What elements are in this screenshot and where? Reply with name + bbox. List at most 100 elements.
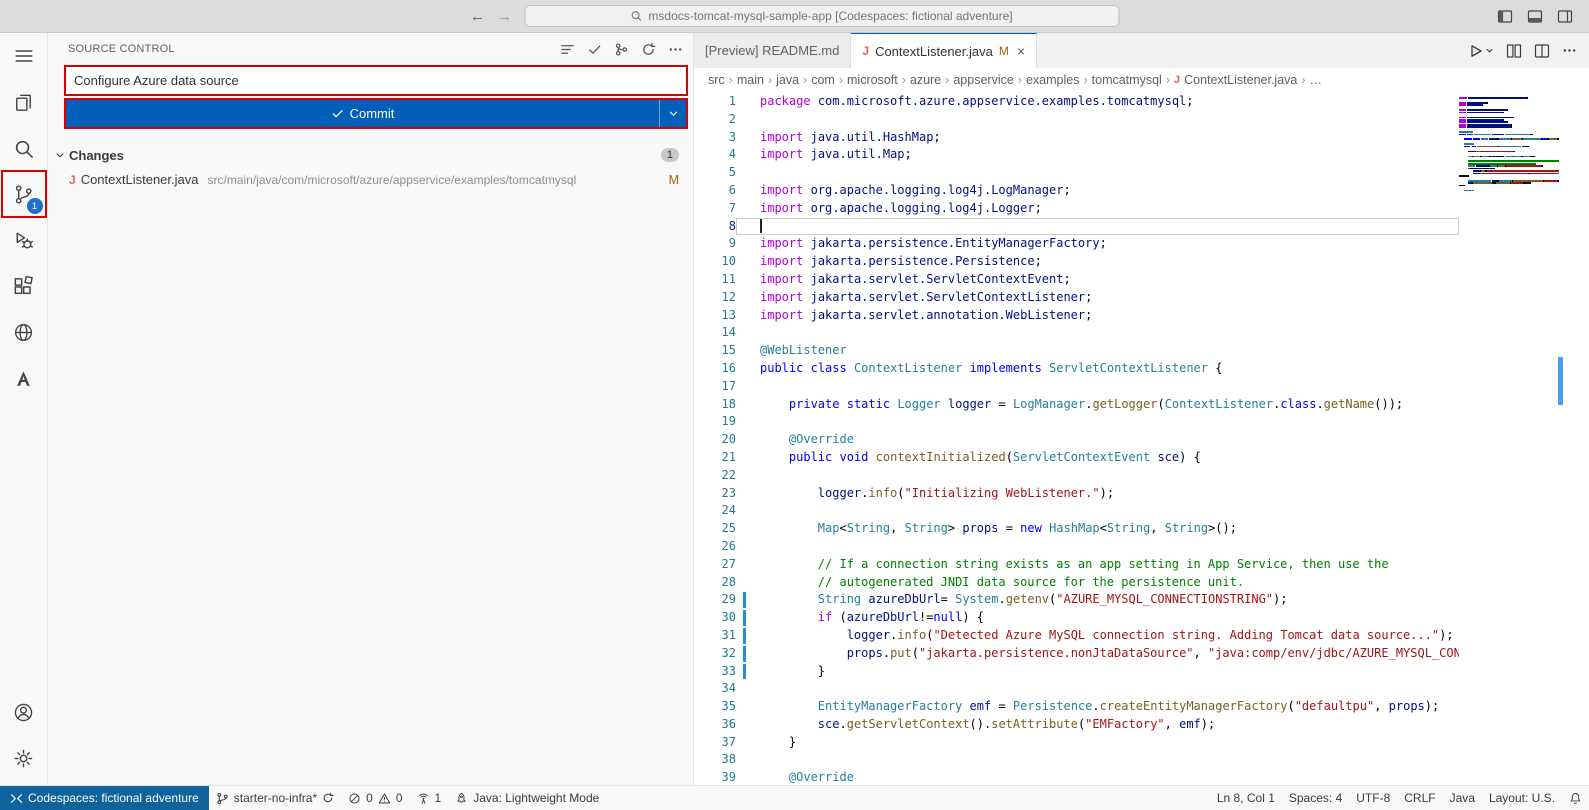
- breadcrumb-item[interactable]: azure: [910, 73, 941, 87]
- code-line[interactable]: 6import org.apache.logging.log4j.LogMana…: [694, 182, 1459, 200]
- code-line[interactable]: 9import jakarta.persistence.EntityManage…: [694, 235, 1459, 253]
- code-line[interactable]: 24: [694, 502, 1459, 520]
- encoding-indicator[interactable]: UTF-8: [1349, 786, 1397, 810]
- code-line[interactable]: 16public class ContextListener implement…: [694, 360, 1459, 378]
- notifications-button[interactable]: [1562, 786, 1589, 810]
- line-number: 27: [694, 556, 736, 574]
- code-line[interactable]: 27 // If a connection string exists as a…: [694, 556, 1459, 574]
- code-line[interactable]: 29 String azureDbUrl= System.getenv("AZU…: [694, 591, 1459, 609]
- search-icon: [12, 137, 35, 160]
- breadcrumb-item[interactable]: tomcatmysql: [1092, 73, 1162, 87]
- code-line[interactable]: 38: [694, 751, 1459, 769]
- code-line[interactable]: 3import java.util.HashMap;: [694, 129, 1459, 147]
- toggle-sidebar-icon[interactable]: [1497, 9, 1513, 24]
- sidebar-item-run-debug[interactable]: [0, 217, 48, 263]
- code-line[interactable]: 11import jakarta.servlet.ServletContextE…: [694, 271, 1459, 289]
- breadcrumb-item[interactable]: microsoft: [847, 73, 898, 87]
- changes-section-header[interactable]: Changes 1: [48, 143, 693, 167]
- code-line[interactable]: 39 @Override: [694, 769, 1459, 785]
- sidebar-item-source-control[interactable]: 1: [0, 171, 48, 217]
- close-icon[interactable]: ×: [1017, 43, 1025, 59]
- tab-contextlistener[interactable]: J ContextListener.java M ×: [851, 33, 1037, 68]
- sidebar-item-search[interactable]: [0, 125, 48, 171]
- toggle-panel-icon[interactable]: [1527, 9, 1543, 24]
- code-line[interactable]: 19: [694, 413, 1459, 431]
- code-line[interactable]: 36 sce.getServletContext().setAttribute(…: [694, 716, 1459, 734]
- code-editor[interactable]: 1package com.microsoft.azure.appservice.…: [694, 92, 1589, 785]
- code-line[interactable]: 1package com.microsoft.azure.appservice.…: [694, 93, 1459, 111]
- sidebar-item-extensions[interactable]: [0, 263, 48, 309]
- breadcrumb-file[interactable]: J ContextListener.java: [1174, 73, 1297, 87]
- refresh-icon[interactable]: [641, 42, 656, 57]
- view-and-sort-icon[interactable]: [560, 42, 575, 57]
- branch-indicator[interactable]: starter-no-infra*: [209, 786, 341, 810]
- code-line[interactable]: 30 if (azureDbUrl!=null) {: [694, 609, 1459, 627]
- code-line[interactable]: 20 @Override: [694, 431, 1459, 449]
- code-line[interactable]: 4import java.util.Map;: [694, 146, 1459, 164]
- tab-readme-preview[interactable]: [Preview] README.md: [694, 33, 851, 68]
- code-line[interactable]: 7import org.apache.logging.log4j.Logger;: [694, 200, 1459, 218]
- breadcrumb-item[interactable]: examples: [1026, 73, 1080, 87]
- code-line[interactable]: 32 props.put("jakarta.persistence.nonJta…: [694, 645, 1459, 663]
- toggle-secondary-sidebar-icon[interactable]: [1557, 9, 1573, 24]
- code-line[interactable]: 37 }: [694, 734, 1459, 752]
- git-graph-icon[interactable]: [614, 42, 629, 57]
- sidebar-item-explorer[interactable]: [0, 79, 48, 125]
- open-changes-icon[interactable]: [1506, 43, 1522, 59]
- code-line[interactable]: 26: [694, 538, 1459, 556]
- more-actions-icon[interactable]: [668, 42, 683, 57]
- layout-indicator[interactable]: Layout: U.S.: [1482, 786, 1562, 810]
- code-line[interactable]: 15@WebListener: [694, 342, 1459, 360]
- menu-button[interactable]: [0, 33, 48, 79]
- more-actions-icon[interactable]: [1562, 43, 1577, 58]
- sidebar-item-remote-explorer[interactable]: [0, 309, 48, 355]
- commit-message-input[interactable]: [66, 67, 686, 94]
- code-line[interactable]: 13import jakarta.servlet.annotation.WebL…: [694, 307, 1459, 325]
- commit-button[interactable]: Commit: [66, 100, 686, 127]
- ports-indicator[interactable]: 1: [410, 786, 449, 810]
- breadcrumb-item[interactable]: java: [776, 73, 799, 87]
- code-line[interactable]: 28 // autogenerated JNDI data source for…: [694, 574, 1459, 592]
- split-editor-icon[interactable]: [1534, 43, 1550, 59]
- code-line[interactable]: 17: [694, 378, 1459, 396]
- remote-indicator[interactable]: Codespaces: fictional adventure: [0, 786, 209, 810]
- breadcrumb-item[interactable]: src: [708, 73, 725, 87]
- code-line[interactable]: 10import jakarta.persistence.Persistence…: [694, 253, 1459, 271]
- code-line[interactable]: 35 EntityManagerFactory emf = Persistenc…: [694, 698, 1459, 716]
- breadcrumb-symbol-more[interactable]: …: [1310, 73, 1323, 87]
- code-line[interactable]: 21 public void contextInitialized(Servle…: [694, 449, 1459, 467]
- eol-indicator[interactable]: CRLF: [1397, 786, 1442, 810]
- sidebar-item-azure[interactable]: [0, 355, 48, 401]
- breadcrumb-item[interactable]: com: [811, 73, 835, 87]
- code-line[interactable]: 22: [694, 467, 1459, 485]
- code-line[interactable]: 25 Map<String, String> props = new HashM…: [694, 520, 1459, 538]
- code-line[interactable]: 14: [694, 324, 1459, 342]
- code-line[interactable]: 12import jakarta.servlet.ServletContextL…: [694, 289, 1459, 307]
- code-line[interactable]: 31 logger.info("Detected Azure MySQL con…: [694, 627, 1459, 645]
- back-icon[interactable]: ←: [470, 8, 485, 25]
- indentation-indicator[interactable]: Spaces: 4: [1282, 786, 1349, 810]
- account-button[interactable]: [0, 689, 48, 735]
- code-line[interactable]: 8: [694, 218, 1459, 236]
- run-java-button[interactable]: [1468, 43, 1494, 59]
- language-indicator[interactable]: Java: [1443, 786, 1482, 810]
- code-line[interactable]: 5: [694, 164, 1459, 182]
- command-center-search[interactable]: msdocs-tomcat-mysql-sample-app [Codespac…: [524, 5, 1119, 27]
- code-line[interactable]: 18 private static Logger logger = LogMan…: [694, 396, 1459, 414]
- code-line[interactable]: 33 }: [694, 663, 1459, 681]
- code-line[interactable]: 34: [694, 680, 1459, 698]
- breadcrumb-item[interactable]: appservice: [953, 73, 1013, 87]
- breadcrumb-item[interactable]: main: [737, 73, 764, 87]
- code-line[interactable]: 2: [694, 111, 1459, 129]
- java-status-indicator[interactable]: Java: Lightweight Mode: [448, 786, 606, 810]
- forward-icon[interactable]: →: [497, 8, 512, 25]
- java-file-icon: J: [69, 173, 76, 187]
- minimap[interactable]: [1459, 92, 1559, 785]
- problems-indicator[interactable]: 0 0: [341, 786, 409, 810]
- changed-file-row[interactable]: J ContextListener.java src/main/java/com…: [48, 167, 693, 192]
- commit-check-icon[interactable]: [587, 42, 602, 57]
- commit-dropdown-button[interactable]: [659, 100, 686, 127]
- code-line[interactable]: 23 logger.info("Initializing WebListener…: [694, 485, 1459, 503]
- cursor-position-indicator[interactable]: Ln 8, Col 1: [1210, 786, 1282, 810]
- settings-button[interactable]: [0, 735, 48, 781]
